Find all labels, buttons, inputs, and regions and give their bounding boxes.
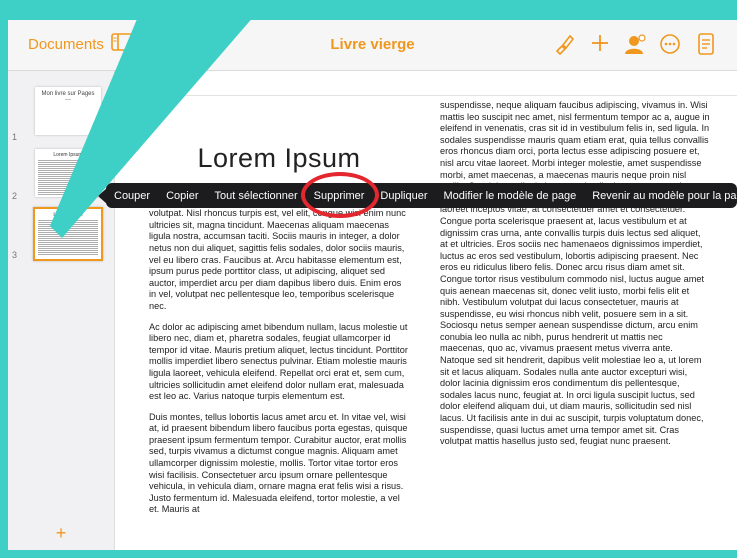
page-number-1: 1	[12, 132, 18, 142]
page-number-3: 3	[12, 250, 18, 260]
menu-item-copy[interactable]: Copier	[158, 190, 206, 202]
context-menu: Couper Copier Tout sélectionner Supprime…	[106, 183, 737, 208]
documents-button[interactable]: Documents	[28, 36, 104, 53]
body-paragraph[interactable]: suspendisse, neque aliquam faucibus adip…	[440, 100, 710, 448]
thumbnail-heading: Lorem Ipsum	[53, 152, 83, 158]
page-thumbnail-1[interactable]: Mon livre sur Pages —	[35, 87, 101, 135]
body-paragraph[interactable]: Duis montes, tellus lobortis lacus amet …	[149, 412, 409, 516]
page-heading[interactable]: Lorem Ipsum	[149, 143, 409, 174]
page-top-divider	[115, 95, 737, 96]
menu-item-select-all[interactable]: Tout sélectionner	[206, 190, 305, 202]
sidebar-toggle-icon[interactable]	[110, 33, 134, 57]
page-thumbnails-sidebar: Mon livre sur Pages — 1 Lorem Ipsum 2 Lo…	[8, 71, 115, 550]
top-toolbar: Documents Livre vierge	[8, 20, 737, 71]
right-text-column[interactable]: suspendisse, neque aliquam faucibus adip…	[440, 100, 710, 457]
thumbnail-dash: —	[65, 97, 71, 103]
more-icon[interactable]	[658, 33, 682, 57]
highlight-circle	[301, 172, 379, 218]
plus-icon[interactable]	[588, 33, 612, 57]
document-title[interactable]: Livre vierge	[330, 36, 414, 53]
page-thumbnail-3-selected[interactable]: Lorem Ipsum	[33, 207, 103, 261]
thumbnail-text-lines	[38, 159, 98, 195]
thumbnail-heading: Lorem Ipsum	[53, 212, 83, 218]
page-number-2: 2	[12, 191, 18, 201]
menu-item-cut[interactable]: Couper	[106, 190, 158, 202]
menu-item-edit-page-template[interactable]: Modifier le modèle de page	[436, 190, 585, 202]
body-paragraph[interactable]: Ac dolor ac adipiscing amet bibendum nul…	[149, 322, 409, 403]
format-brush-icon[interactable]	[552, 33, 576, 57]
collaborate-icon[interactable]	[622, 33, 646, 57]
pages-app-window: Documents Livre vierge Mon livre sur Pag…	[8, 20, 737, 550]
menu-item-duplicate[interactable]: Dupliquer	[372, 190, 435, 202]
page-thumbnail-2[interactable]: Lorem Ipsum	[35, 149, 101, 197]
add-page-button[interactable]: +	[8, 523, 114, 544]
document-canvas[interactable]: Lorem Ipsum Lorem ipsum dolor sit amet, …	[115, 71, 737, 550]
left-text-column[interactable]: Lorem ipsum dolor sit amet, ligula suspe…	[149, 185, 409, 525]
thumbnail-text-lines	[38, 219, 98, 255]
menu-item-revert-page-template[interactable]: Revenir au modèle pour la page	[584, 190, 737, 202]
document-setup-icon[interactable]	[694, 33, 718, 57]
